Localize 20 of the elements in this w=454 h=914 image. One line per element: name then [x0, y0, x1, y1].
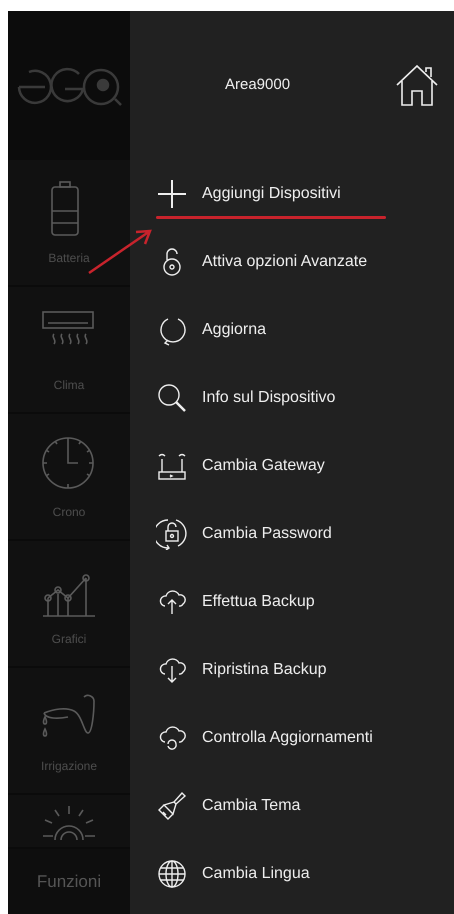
menu-item[interactable]: Attiva opzioni Avanzate [202, 250, 368, 274]
menu-item[interactable]: Cambia Gateway [202, 454, 325, 478]
menu-item[interactable]: Cambia Lingua [202, 862, 310, 886]
menu-item[interactable]: Controlla Aggiornamenti [202, 726, 373, 750]
menu-item[interactable]: Cambia Tema [202, 794, 300, 818]
paintbrush-icon [156, 790, 188, 822]
menu-item[interactable]: Effettua Backup [202, 590, 315, 614]
search-icon [156, 382, 188, 414]
sun-icon [42, 805, 96, 841]
padlock-cycle-icon [156, 518, 188, 550]
plus-icon [156, 178, 188, 210]
menu-item[interactable]: Aggiorna [202, 318, 266, 342]
home-button[interactable] [394, 62, 440, 108]
sidebar-tile[interactable] [8, 795, 130, 849]
globe-icon [156, 858, 188, 890]
drawer-title: Area9000 [225, 75, 290, 96]
menu-item[interactable]: Info sul Dispositivo [202, 386, 336, 410]
menu-item[interactable]: Cambia Password [202, 522, 332, 546]
menu-item[interactable]: Aggiungi Dispositivi [202, 182, 341, 206]
menu-item[interactable]: Ripristina Backup [202, 658, 326, 682]
